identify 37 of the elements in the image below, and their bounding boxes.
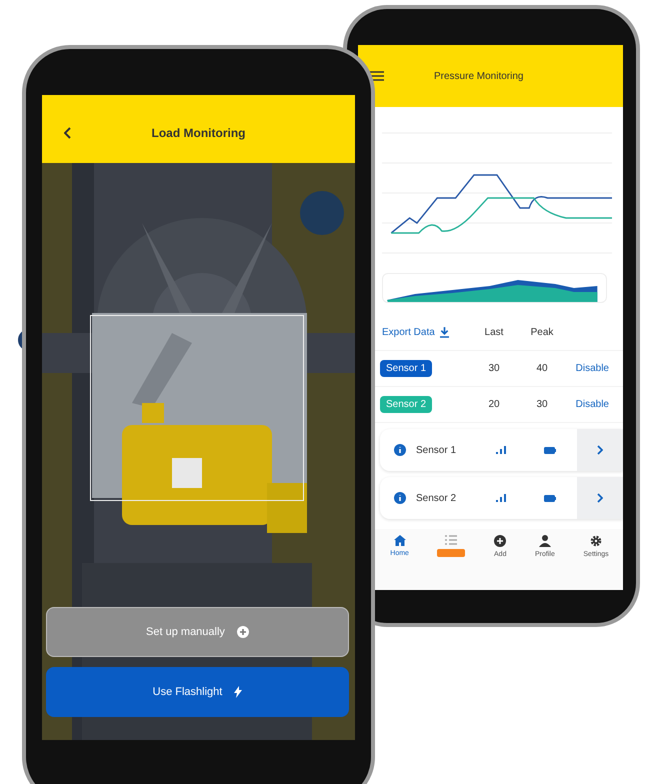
sensor-tag: Sensor 2 xyxy=(380,396,432,413)
sensor-card[interactable]: Sensor 1 xyxy=(380,429,623,471)
screen-title: Load Monitoring xyxy=(152,126,246,140)
table-cell-text: 30 xyxy=(535,399,549,410)
disable-link[interactable]: Disable xyxy=(566,399,623,410)
table-cell-text: 20 xyxy=(487,399,501,410)
column-header: Peak xyxy=(530,327,554,338)
export-link[interactable]: Export Data xyxy=(378,327,470,338)
setup-button[interactable]: Set up manually xyxy=(46,607,349,657)
table-cell-text: 30 xyxy=(487,363,501,374)
screen-title: Pressure Monitoring xyxy=(434,70,524,82)
table-cell-text: 40 xyxy=(535,363,549,374)
column-header: Last xyxy=(484,327,504,338)
list-icon xyxy=(445,535,458,545)
signal-icon xyxy=(496,446,506,454)
download-icon xyxy=(440,327,449,338)
person-icon xyxy=(538,535,551,547)
chevron-right-icon xyxy=(597,445,603,455)
home-icon xyxy=(394,535,406,546)
signal-icon xyxy=(496,494,506,502)
battery-icon xyxy=(544,494,556,502)
info-icon xyxy=(394,444,406,456)
lightning-icon xyxy=(234,686,242,698)
sensor-card[interactable]: Sensor 2 xyxy=(380,477,623,519)
disable-link[interactable]: Disable xyxy=(566,363,623,374)
plus-circle-icon xyxy=(236,626,249,638)
flashlight-button[interactable]: Use Flashlight xyxy=(46,667,349,717)
info-icon xyxy=(394,492,406,504)
chevron-right-icon xyxy=(597,493,603,503)
notification-badge xyxy=(437,549,466,557)
add-circle-icon xyxy=(494,535,506,547)
sensor-name: Sensor 2 xyxy=(416,492,458,504)
sensor-tag: Sensor 1 xyxy=(380,360,432,377)
battery-icon xyxy=(544,446,556,454)
menu-icon[interactable] xyxy=(370,71,384,81)
gear-icon xyxy=(590,535,602,547)
sensor-name: Sensor 1 xyxy=(416,444,458,456)
